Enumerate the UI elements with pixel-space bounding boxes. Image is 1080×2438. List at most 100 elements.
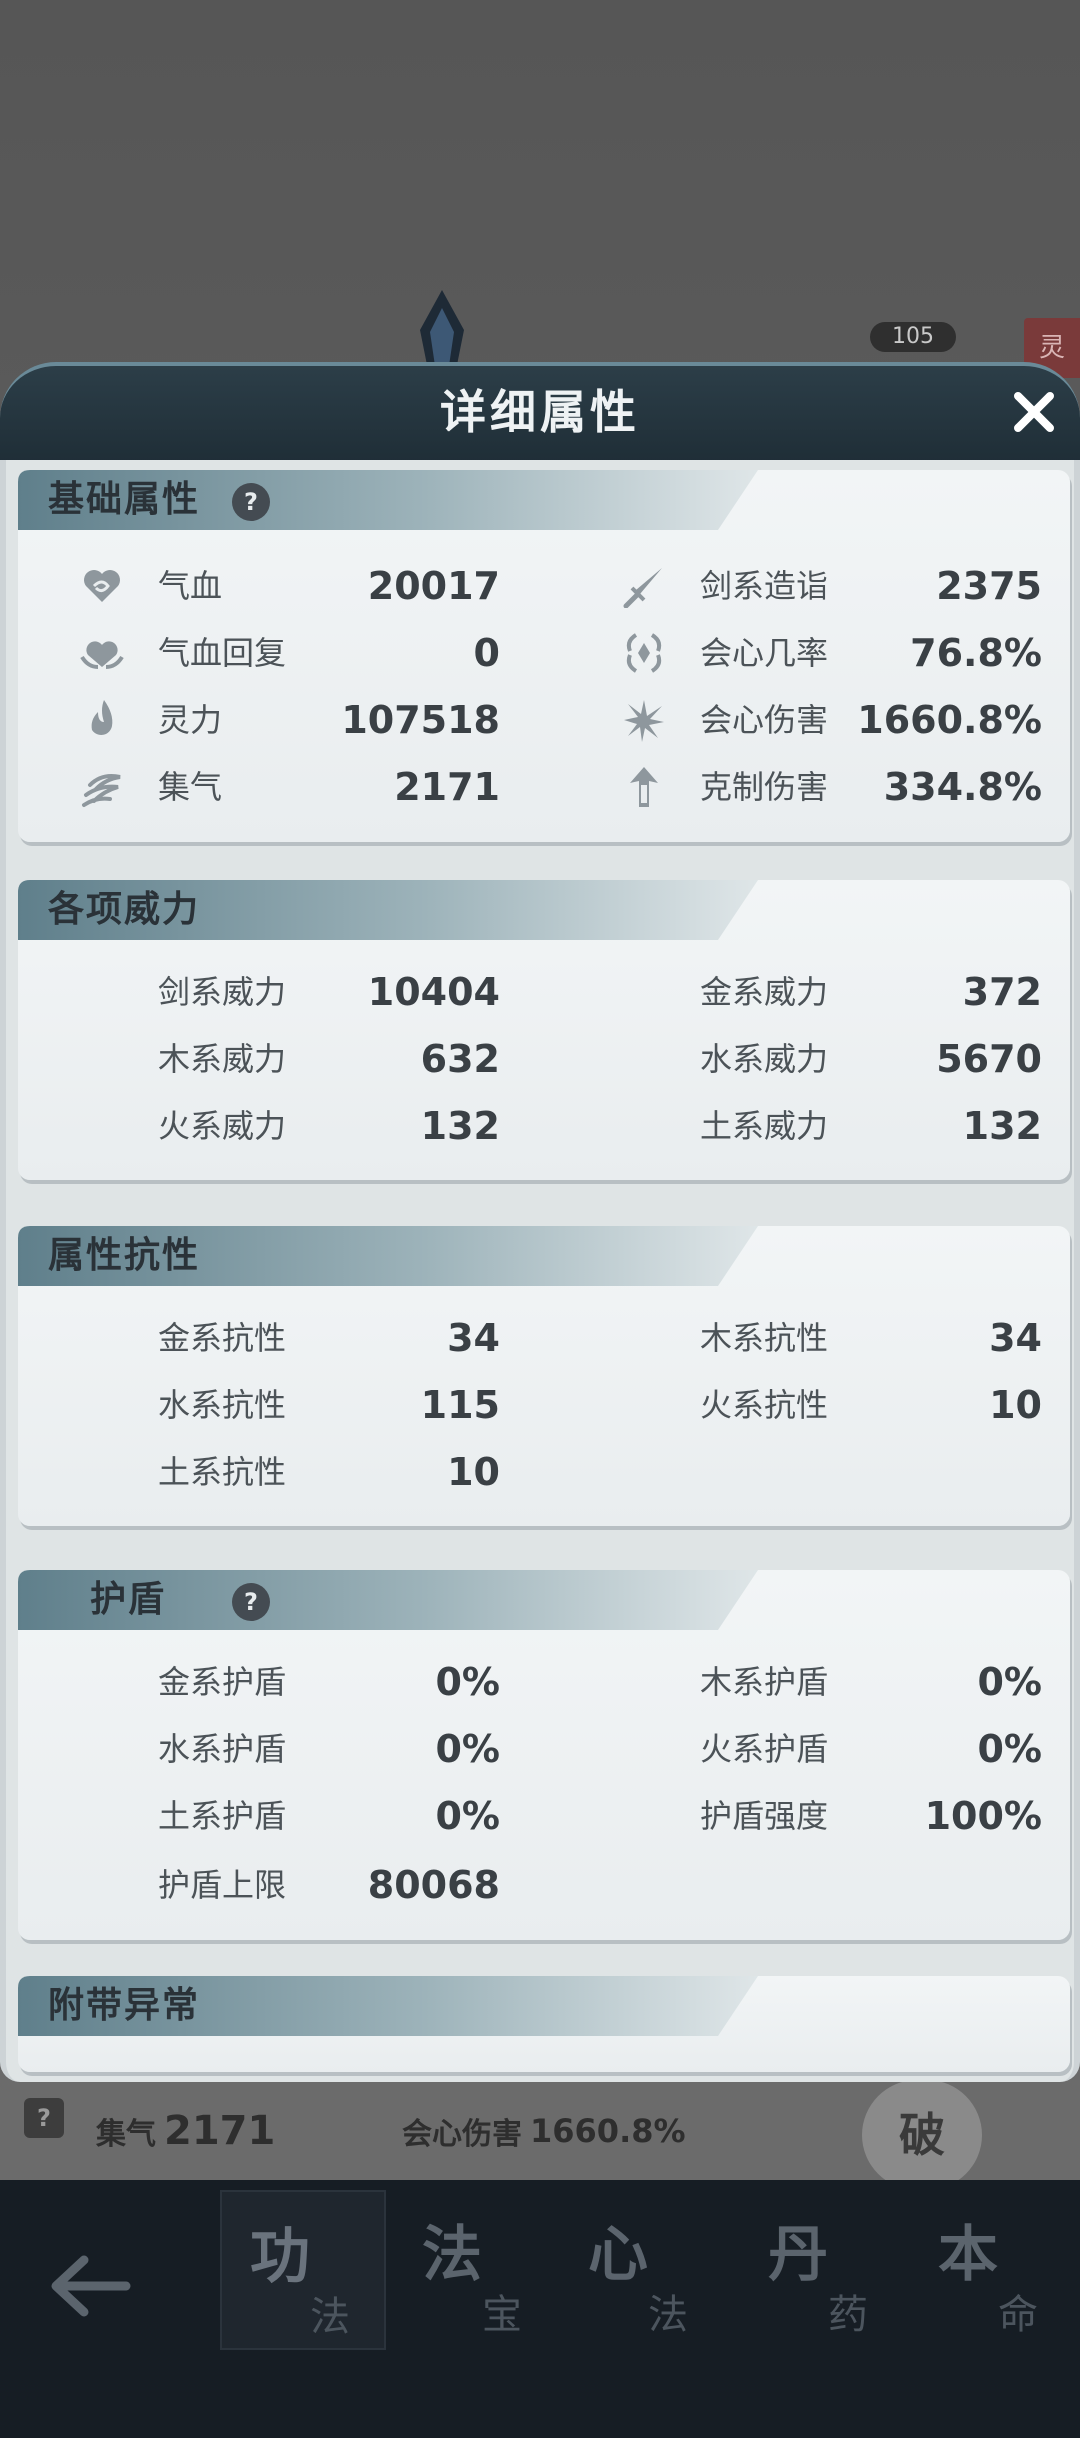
nav-tab-sub-char: 法	[310, 2294, 350, 2340]
nav-tab-xinfa[interactable]: 心 法	[560, 2190, 726, 2350]
nav-tab-main-char: 丹	[768, 2220, 828, 2290]
stat-label: 水系威力	[700, 1040, 829, 1078]
swirl-icon	[82, 774, 121, 807]
stat-earth-power: 土系威力 132	[622, 1096, 1042, 1156]
breakthrough-button[interactable]: 破	[862, 2080, 982, 2190]
stat-crit-rate: 会心几率 76.8%	[622, 623, 1042, 683]
background-stat-qi: 集气 2171	[96, 2106, 275, 2156]
stat-label: 木系威力	[158, 1040, 287, 1078]
stat-label: 气血回复	[158, 634, 287, 672]
background-help-button[interactable]: ?	[24, 2098, 64, 2138]
stat-value: 0%	[435, 1727, 500, 1771]
section-header: 附带异常	[18, 1976, 758, 2036]
stat-label: 克制伤害	[700, 768, 829, 806]
stat-shield-cap: 护盾上限 80068	[80, 1855, 500, 1915]
nav-tab-fabao[interactable]: 法 宝	[394, 2190, 560, 2350]
stat-value: 100%	[924, 1794, 1042, 1838]
stat-label: 会心几率	[700, 634, 829, 672]
nav-tab-main-char: 功	[250, 2222, 310, 2292]
dialog-body: 基础属性 ? 气血 20017 气血回复 0 灵力 107518 集气 2171…	[0, 460, 1080, 2082]
section-title: 附带异常	[48, 1985, 201, 2026]
stat-value: 10	[989, 1383, 1042, 1427]
nav-tab-main-char: 法	[422, 2220, 482, 2290]
stat-label: 金系抗性	[158, 1319, 287, 1357]
stat-qi-gather: 集气 2171	[80, 757, 500, 817]
stat-value: 34	[989, 1316, 1042, 1360]
stat-label: 剑系威力	[158, 973, 287, 1011]
stat-label: 护盾上限	[158, 1866, 287, 1904]
stat-restrain-damage: 克制伤害 334.8%	[622, 757, 1042, 817]
stat-value: 2375	[936, 564, 1042, 608]
stat-value: 0%	[435, 1794, 500, 1838]
stat-sword-mastery: 剑系造诣 2375	[622, 556, 1042, 616]
back-arrow-icon[interactable]	[44, 2240, 134, 2330]
stat-label: 木系护盾	[700, 1663, 829, 1701]
stat-value: 115	[420, 1383, 500, 1427]
stat-metal-resist: 金系抗性 34	[80, 1308, 500, 1368]
stat-label: 水系抗性	[158, 1386, 287, 1424]
background-stat-crit: 会心伤害 1660.8%	[402, 2106, 686, 2156]
stat-value: 10404	[367, 970, 500, 1014]
sword-icon	[623, 568, 662, 608]
stat-label: 土系抗性	[158, 1453, 287, 1491]
section-basic-attributes: 基础属性 ? 气血 20017 气血回复 0 灵力 107518 集气 2171…	[18, 470, 1070, 842]
heart-icon	[84, 570, 120, 602]
heart-regen-icon	[80, 641, 124, 669]
nav-tab-main-char: 心	[588, 2220, 648, 2290]
stat-value: 34	[447, 1316, 500, 1360]
nav-tab-sub-char: 药	[828, 2292, 868, 2338]
stat-label: 集气	[158, 768, 223, 806]
stat-earth-shield: 土系护盾 0%	[80, 1786, 500, 1846]
section-title: 护盾	[90, 1579, 167, 1620]
stat-label: 火系护盾	[700, 1730, 829, 1768]
bottom-nav: 功 法 法 宝 心 法 丹 药 本 命	[0, 2180, 1080, 2438]
detailed-attributes-dialog: 详细属性 基础属性 ? 气血 20017 气血回复 0 灵力 107518 集气…	[0, 362, 1080, 2082]
background-stat-label: 集气	[96, 2117, 156, 2152]
stat-value: 2171	[394, 765, 500, 809]
stat-metal-shield: 金系护盾 0%	[80, 1652, 500, 1712]
stat-water-shield: 水系护盾 0%	[80, 1719, 500, 1779]
section-header: 基础属性 ?	[18, 470, 758, 530]
close-icon[interactable]	[1006, 384, 1062, 440]
nav-tab-main-char: 本	[938, 2220, 998, 2290]
stat-value: 107518	[341, 698, 500, 742]
stat-value: 132	[962, 1104, 1042, 1148]
section-header: 属性抗性	[18, 1226, 758, 1286]
section-abnormal: 附带异常	[18, 1976, 1070, 2072]
stat-fire-power: 火系威力 132	[80, 1096, 500, 1156]
stat-label: 护盾强度	[700, 1797, 829, 1835]
stat-value: 132	[420, 1104, 500, 1148]
stat-wood-shield: 木系护盾 0%	[622, 1652, 1042, 1712]
stat-spirit: 灵力 107518	[80, 690, 500, 750]
spirit-flame-icon	[91, 700, 113, 735]
stat-label: 土系护盾	[158, 1797, 287, 1835]
stat-wood-resist: 木系抗性 34	[622, 1308, 1042, 1368]
stat-sword-power: 剑系威力 10404	[80, 962, 500, 1022]
stat-value: 0	[473, 631, 500, 675]
background-stat-value: 1660.8%	[530, 2112, 686, 2150]
nav-tab-gongfa[interactable]: 功 法	[220, 2190, 386, 2350]
stat-hp: 气血 20017	[80, 556, 500, 616]
stat-water-power: 水系威力 5670	[622, 1029, 1042, 1089]
background-stat-label: 会心伤害	[402, 2117, 522, 2152]
section-title: 属性抗性	[48, 1235, 201, 1276]
stat-value: 20017	[367, 564, 500, 608]
crit-rate-icon	[626, 633, 662, 673]
stat-label: 木系抗性	[700, 1319, 829, 1357]
stat-value: 1660.8%	[857, 698, 1042, 742]
stat-value: 632	[420, 1037, 500, 1081]
crit-damage-icon	[624, 700, 664, 742]
restrain-icon	[630, 767, 658, 807]
stat-value: 0%	[977, 1660, 1042, 1704]
section-resistance: 属性抗性 金系抗性 34 水系抗性 115 土系抗性 10 木系抗性 34 火系…	[18, 1226, 1070, 1526]
help-button[interactable]: ?	[232, 483, 270, 521]
nav-tab-benming[interactable]: 本 命	[910, 2190, 1076, 2350]
nav-tab-danyao[interactable]: 丹 药	[740, 2190, 906, 2350]
stat-value: 0%	[435, 1660, 500, 1704]
dialog-title: 详细属性	[440, 385, 640, 439]
nav-tab-sub-char: 命	[998, 2292, 1038, 2338]
help-button[interactable]: ?	[232, 1583, 270, 1621]
stat-value: 372	[962, 970, 1042, 1014]
stat-label: 会心伤害	[700, 701, 829, 739]
section-header: 护盾 ?	[18, 1570, 758, 1630]
